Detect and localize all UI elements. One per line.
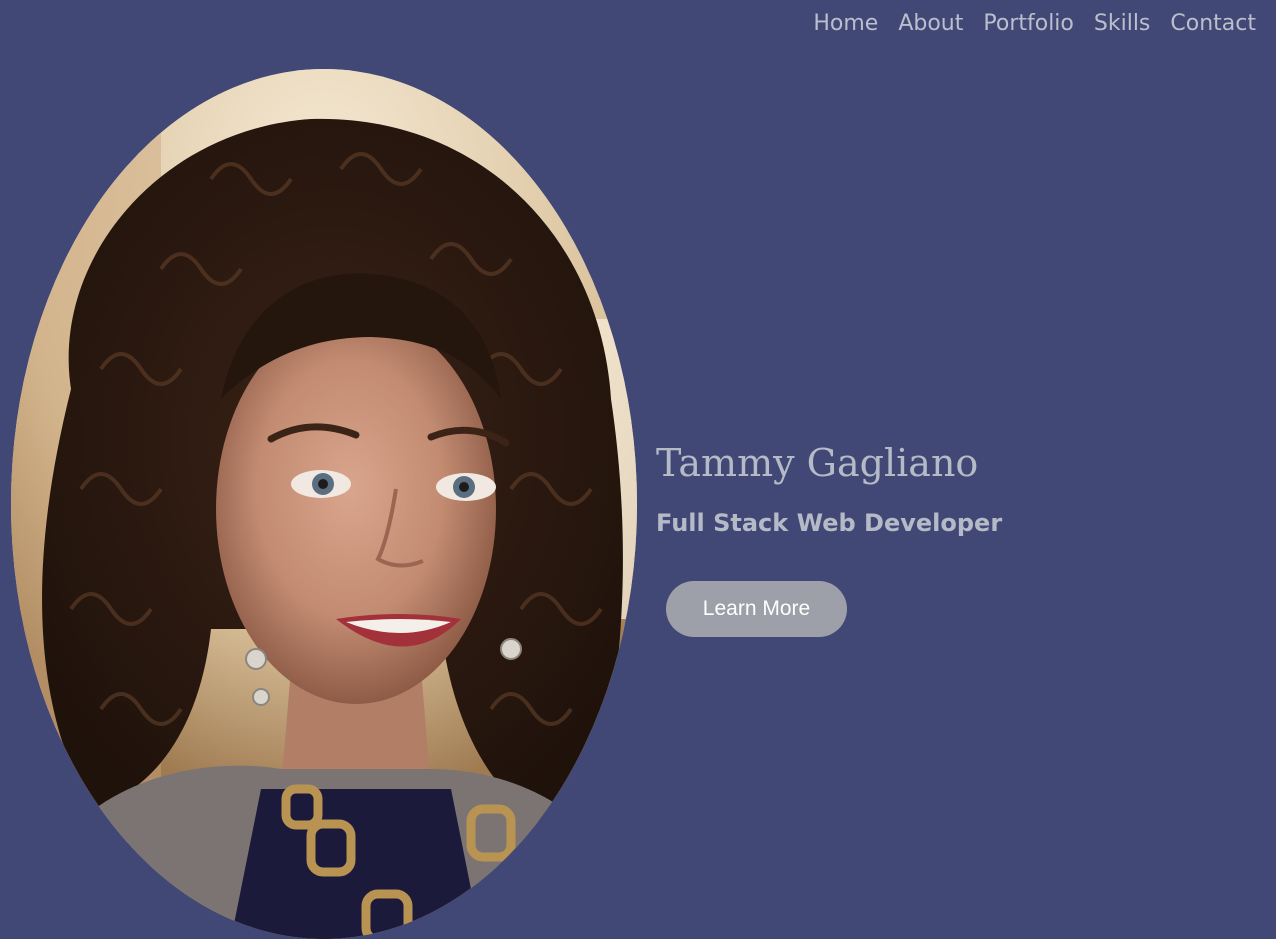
hero-job-title: Full Stack Web Developer — [656, 509, 1003, 537]
profile-photo — [11, 69, 637, 939]
nav-about[interactable]: About — [898, 8, 963, 40]
main-nav: Home About Portfolio Skills Contact — [813, 8, 1256, 40]
nav-portfolio[interactable]: Portfolio — [983, 8, 1074, 40]
nav-home[interactable]: Home — [813, 8, 878, 40]
hero-name: Tammy Gagliano — [656, 441, 979, 485]
learn-more-button[interactable]: Learn More — [666, 581, 847, 637]
nav-contact[interactable]: Contact — [1170, 8, 1256, 40]
nav-skills[interactable]: Skills — [1094, 8, 1151, 40]
